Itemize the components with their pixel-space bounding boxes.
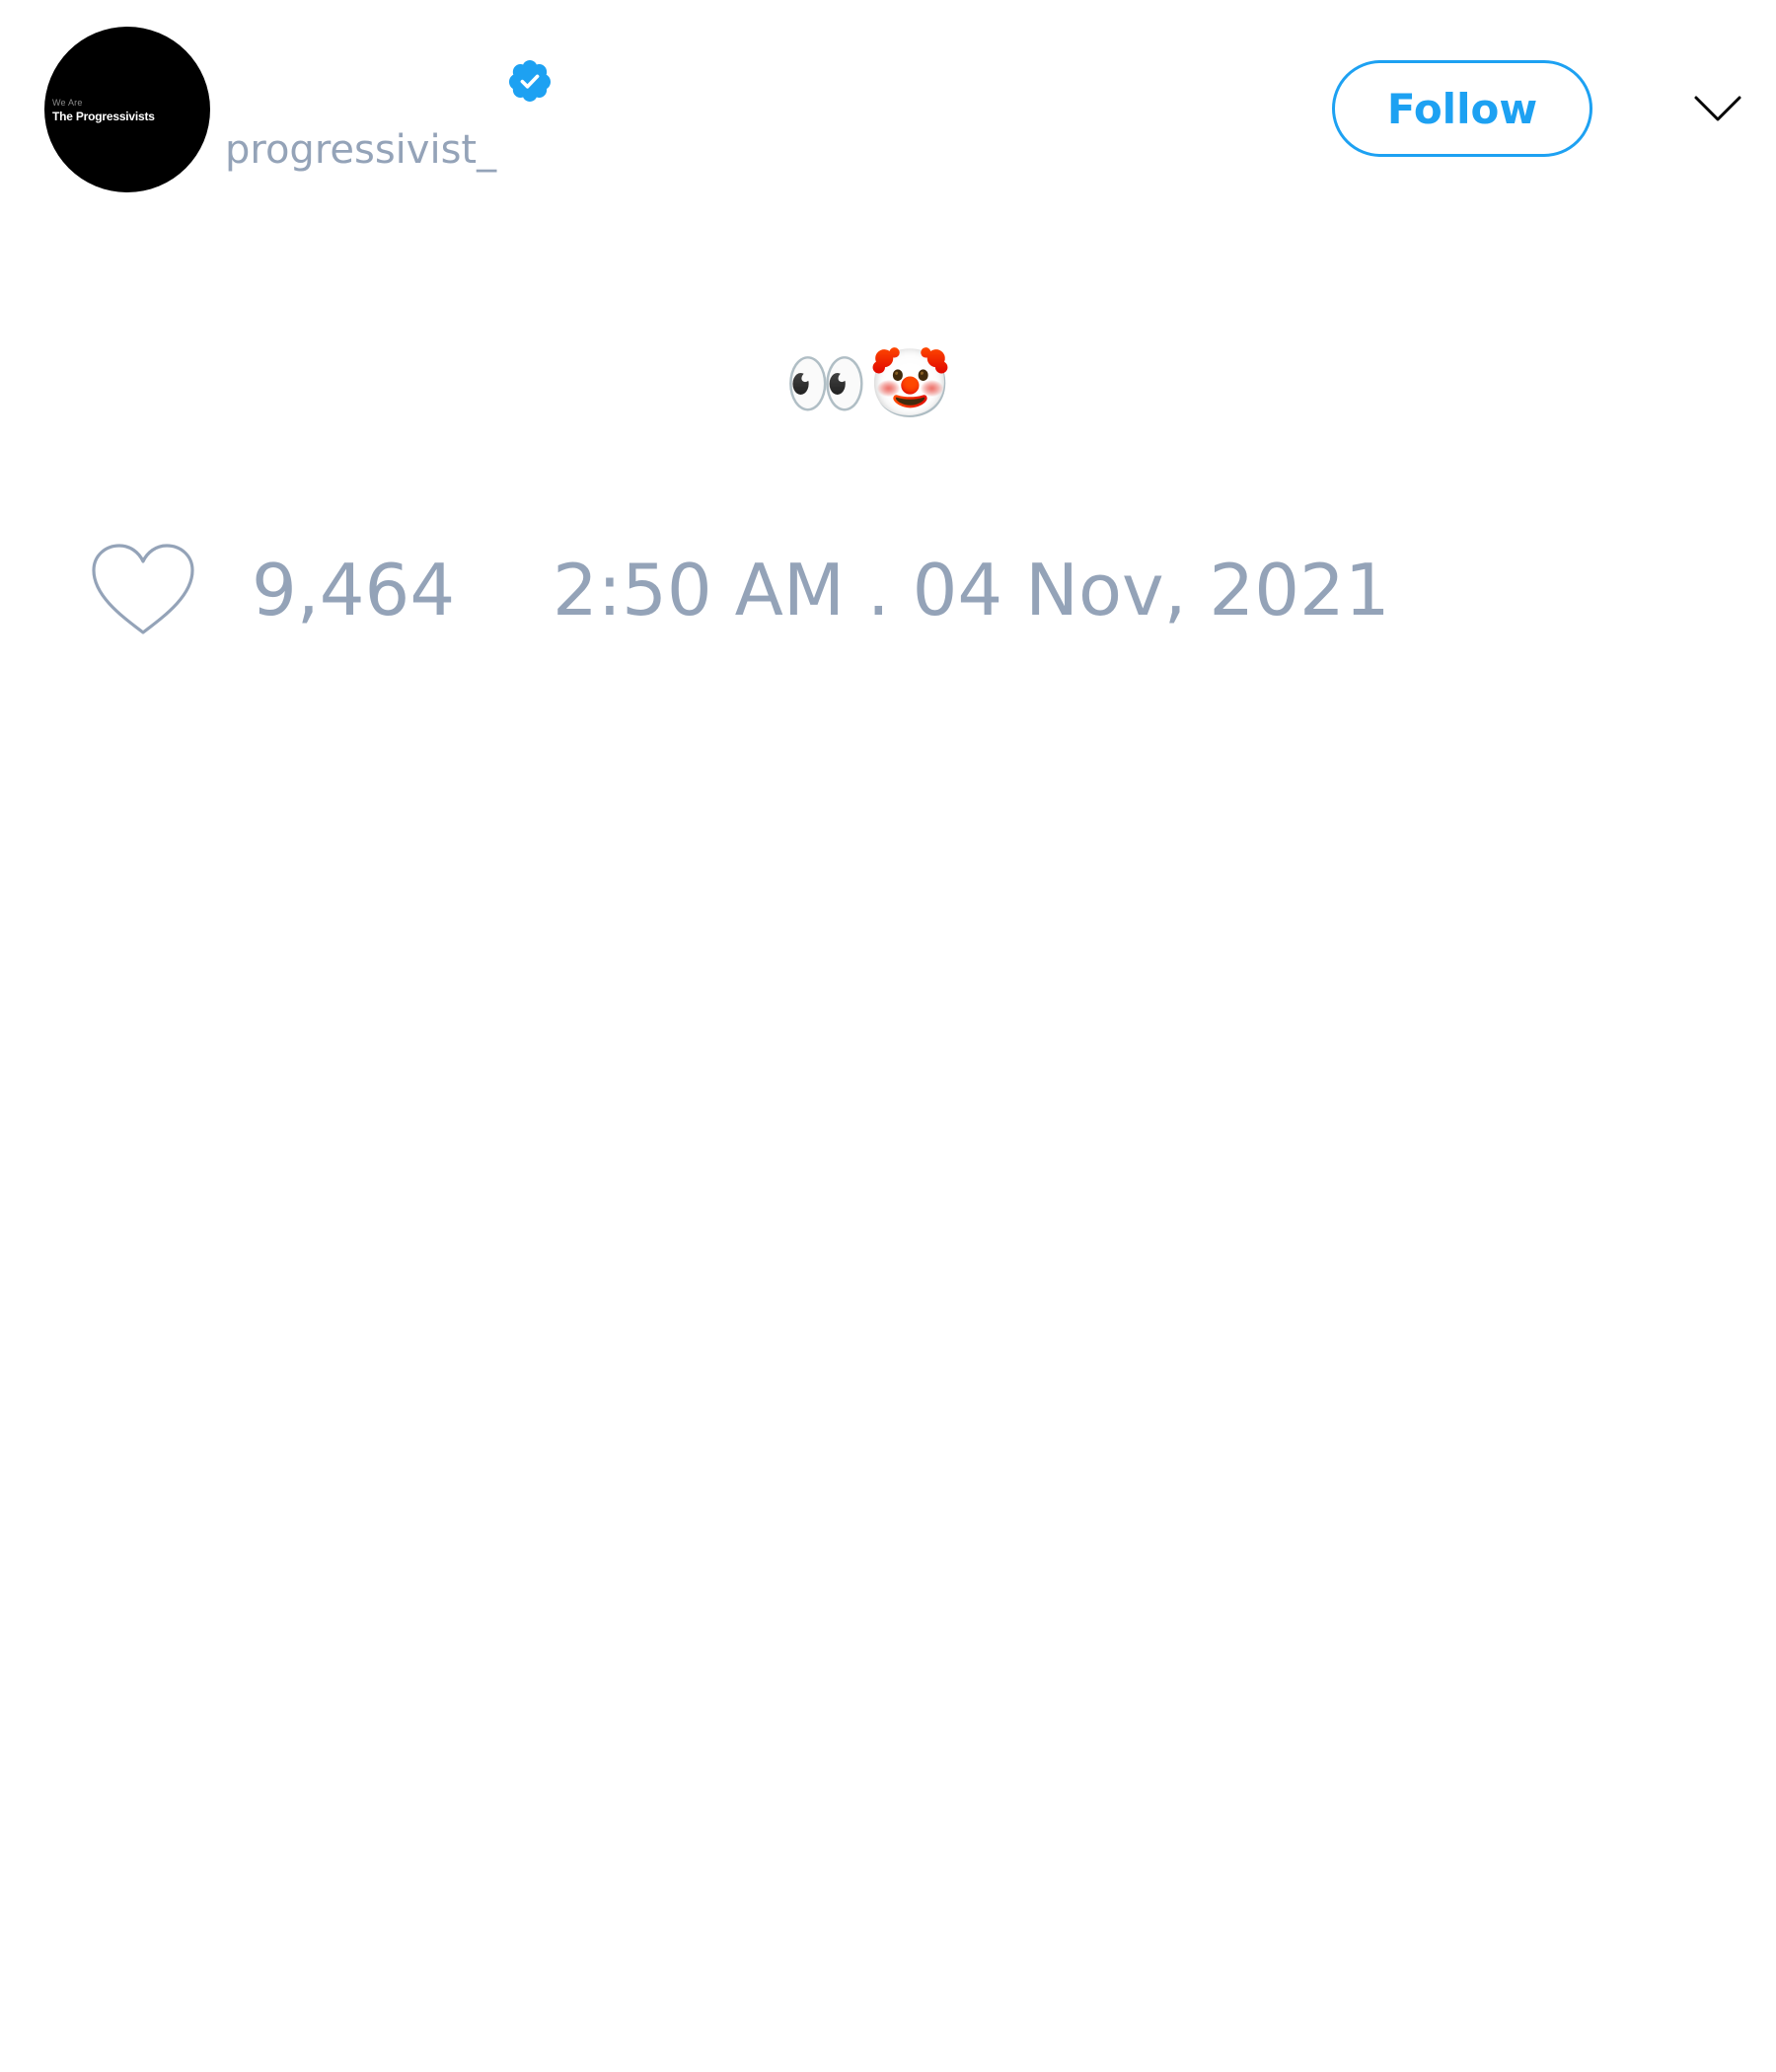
author-handle[interactable]: progressivist_ (225, 126, 496, 174)
verified-badge-icon (508, 60, 551, 102)
tweet-text: 👀🤡 (784, 345, 952, 423)
follow-button[interactable]: Follow (1332, 60, 1592, 157)
avatar-caption-small: We Are (52, 98, 83, 108)
chevron-down-icon[interactable] (1693, 93, 1742, 126)
tweet-timestamp[interactable]: 2:50 AM . 04 Nov, 2021 (553, 548, 1390, 632)
avatar[interactable]: We Are The Progressivists (44, 27, 210, 192)
heart-outline-icon[interactable] (89, 541, 197, 639)
like-count: 9,464 (252, 549, 456, 631)
avatar-caption-main: The Progressivists (52, 110, 155, 123)
